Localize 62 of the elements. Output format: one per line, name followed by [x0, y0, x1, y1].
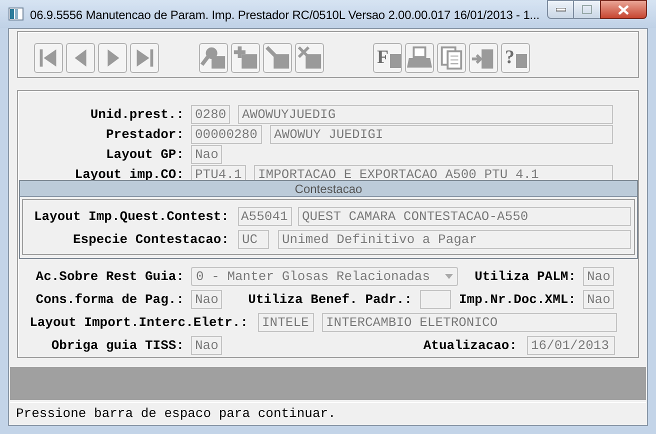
cross-icon [296, 44, 323, 72]
pencil-icon [264, 44, 291, 72]
dropdown[interactable]: 0 - Manter Glosas Relacionadas [191, 267, 458, 286]
input-field[interactable]: Nao [191, 290, 222, 310]
plus-icon [232, 44, 259, 72]
input-field[interactable]: AWOWUY JUEDIGI [270, 125, 613, 144]
field-label: Cons.forma de Pag.: [34, 290, 184, 309]
input-field[interactable]: 00000280 [191, 125, 262, 144]
window-title: 06.9.5556 Manutencao de Param. Imp. Prestador RC/0510L Versao 2.00.00.017 16/01/2013 - 1... [30, 7, 540, 24]
square-icon [390, 54, 401, 68]
input-field[interactable]: 16/01/2013 [527, 336, 615, 356]
field-label: Imp.Nr.Doc.XML: [458, 290, 576, 309]
search-button[interactable] [199, 42, 228, 72]
dialog-title: Contestacao [294, 182, 362, 194]
field-label: Layout GP: [104, 146, 184, 164]
input-field[interactable]: AWOWUYJUEDIG [238, 105, 613, 124]
input-field[interactable]: Nao [583, 267, 614, 286]
field-label: Layout Imp.Quest.Contest: [32, 208, 229, 226]
last-button[interactable] [130, 42, 159, 72]
maximize-button[interactable] [574, 0, 600, 19]
caret-icon [445, 274, 453, 280]
field-label: Utiliza PALM: [474, 268, 576, 286]
input-field[interactable]: INTELE [258, 313, 314, 332]
input-field[interactable]: 0280 [191, 105, 230, 124]
copy-button[interactable] [437, 42, 466, 72]
input-field[interactable]: Unimed Definitivo a Pagar [278, 230, 631, 249]
input-field[interactable]: QUEST CAMARA CONTESTACAO-A550 [298, 207, 631, 226]
edit-button[interactable] [263, 42, 292, 72]
input-field[interactable]: Nao [191, 145, 222, 164]
add-button[interactable] [231, 42, 260, 72]
delete-button[interactable] [295, 42, 324, 72]
field-label: Ac.Sobre Rest Guia: [34, 268, 184, 286]
toolbar-button[interactable]: ? [501, 42, 530, 72]
input-field[interactable]: INTERCAMBIO ELETRONICO [322, 313, 617, 332]
input-field[interactable]: A55041 [238, 207, 292, 226]
field-label: Especie Contestacao: [72, 230, 229, 249]
minimize-button[interactable] [547, 0, 574, 19]
field-label: Prestador: [104, 126, 184, 144]
app-icon [8, 6, 24, 22]
field-label: Layout Import.Interc.Eletr.: [28, 314, 248, 332]
input-field[interactable] [420, 290, 451, 310]
previous-button[interactable] [66, 42, 95, 72]
pages-icon [438, 44, 465, 72]
status-message: Pressione barra de espaco para continuar. [16, 405, 336, 424]
minimize-icon [556, 8, 566, 12]
input-field[interactable]: UC [238, 230, 269, 249]
print-button[interactable] [405, 42, 434, 72]
field-label: Layout imp.CO: [74, 166, 184, 184]
input-field[interactable]: Nao [191, 336, 222, 356]
field-label: Unid.prest.: [89, 106, 184, 124]
field-label: Atualizacao: [422, 336, 517, 355]
input-field[interactable]: Nao [583, 290, 614, 310]
square-icon [516, 54, 526, 68]
field-label: Obriga guia TISS: [50, 336, 184, 355]
toolbar-button[interactable]: F [373, 42, 402, 72]
next-button[interactable] [98, 42, 127, 72]
first-button[interactable] [34, 42, 63, 72]
maximize-icon [582, 5, 592, 14]
close-icon [618, 4, 629, 14]
exit-button[interactable] [469, 42, 498, 72]
close-button[interactable] [600, 0, 647, 19]
field-label: Utiliza Benef. Padr.: [247, 290, 412, 309]
